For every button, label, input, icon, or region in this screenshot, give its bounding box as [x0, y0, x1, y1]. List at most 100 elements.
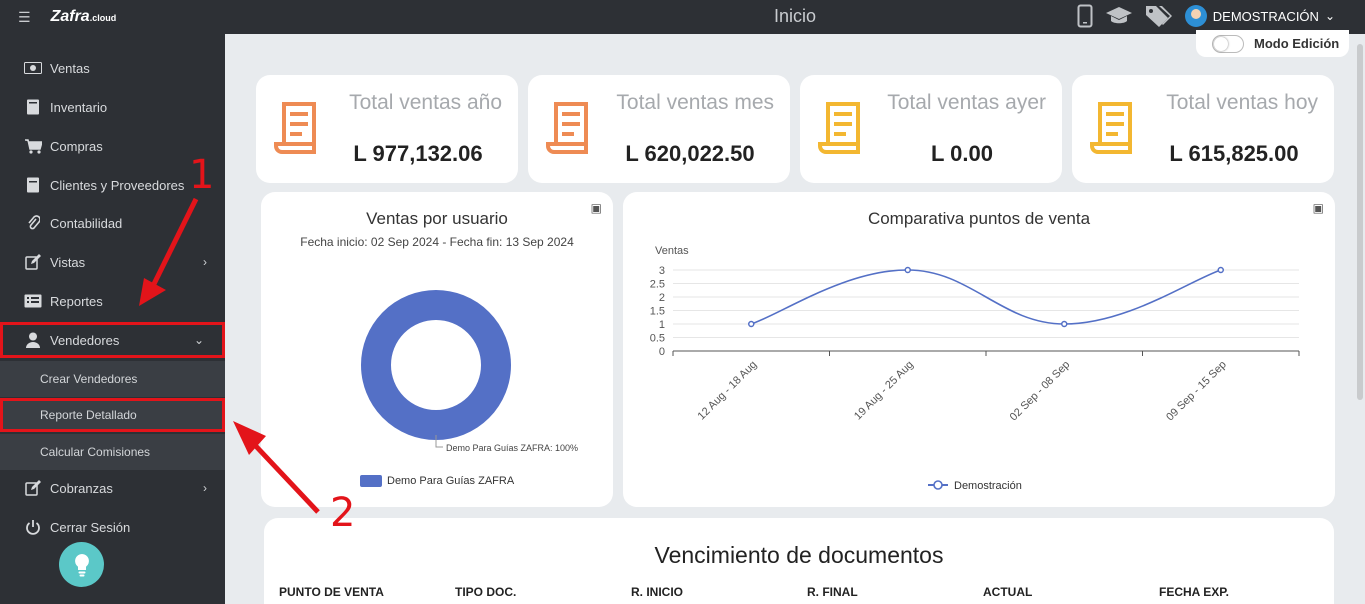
- sidebar-item-label: Vendedores: [50, 332, 120, 348]
- sidebar-subitem-crear-vendedores[interactable]: Crear Vendedores: [0, 361, 225, 397]
- sidebar-subitem-label: Reporte Detallado: [40, 408, 137, 422]
- stat-card-year: Total ventas año L 977,132.06: [256, 75, 518, 183]
- x-tick-label: 19 Aug - 25 Aug: [852, 359, 916, 423]
- receipt-icon: [544, 100, 592, 163]
- chevron-down-icon: ⌄: [1324, 9, 1335, 23]
- stat-value: L 977,132.06: [353, 141, 483, 166]
- chevron-right-icon: ›: [203, 481, 207, 495]
- top-bar-actions: DEMOSTRACIÓN ⌄: [1077, 4, 1335, 28]
- help-lightbulb-button[interactable]: [59, 542, 104, 587]
- sidebar-item-label: Contabilidad: [50, 215, 123, 231]
- edit-icon: [24, 479, 42, 497]
- sidebar-item-label: Cerrar Sesión: [50, 519, 131, 535]
- column-header-tipo-doc[interactable]: TIPO DOC.: [455, 585, 516, 599]
- stat-label: Total ventas hoy: [1166, 91, 1318, 114]
- user-icon: [24, 331, 42, 349]
- annotation-number-2: 2: [330, 490, 356, 536]
- line-point[interactable]: [748, 320, 755, 328]
- sidebar-item-ventas[interactable]: Ventas: [0, 49, 225, 87]
- panel-title: Vencimiento de documentos: [654, 542, 944, 568]
- brand-bar: ☰ Zafra.cloud: [0, 0, 225, 34]
- mobile-icon[interactable]: [1077, 4, 1093, 28]
- sidebar-subitem-calcular-comisiones[interactable]: Calcular Comisiones: [0, 434, 225, 470]
- book-icon: [24, 98, 42, 116]
- app-logo[interactable]: Zafra.cloud: [51, 8, 117, 26]
- power-icon: [24, 518, 42, 536]
- annotation-number-1: 1: [189, 152, 215, 198]
- page-scrollbar[interactable]: [1357, 44, 1363, 400]
- line-point[interactable]: [1217, 266, 1224, 274]
- graduation-cap-icon[interactable]: [1105, 5, 1133, 27]
- y-tick-label: 1.5: [650, 306, 665, 318]
- edit-icon: [24, 253, 42, 271]
- y-tick-label: 0: [659, 346, 665, 358]
- sidebar-item-inventario[interactable]: Inventario: [0, 88, 225, 126]
- column-header-r-final[interactable]: R. FINAL: [807, 585, 858, 599]
- sales-points-comparison-panel: Comparativa puntos de venta ▣ Ventas 0 0.…: [623, 192, 1335, 507]
- receipt-icon: [272, 100, 320, 163]
- cart-icon: [24, 137, 42, 155]
- column-header-fecha-exp[interactable]: FECHA EXP.: [1159, 585, 1229, 599]
- x-tick-label: 02 Sep - 08 Sep: [1008, 359, 1073, 424]
- y-tick-label: 1: [659, 319, 665, 331]
- y-tick-label: 2: [659, 292, 665, 304]
- sidebar-item-label: Vistas: [50, 254, 86, 270]
- avatar: [1184, 5, 1207, 27]
- line-point[interactable]: [1061, 320, 1068, 328]
- stat-value: L 620,022.50: [625, 141, 755, 166]
- legend-swatch[interactable]: [360, 475, 382, 487]
- sidebar-subitem-label: Crear Vendedores: [40, 372, 138, 386]
- stat-card-yesterday: Total ventas ayer L 0.00: [800, 75, 1062, 183]
- address-book-icon: [24, 176, 42, 194]
- edit-mode-label: Modo Edición: [1254, 36, 1340, 51]
- column-header-actual[interactable]: ACTUAL: [983, 585, 1032, 599]
- list-icon: [24, 292, 42, 310]
- sidebar: ☰ Zafra.cloud Ventas Inventario Compras …: [0, 0, 225, 604]
- sidebar-subitem-label: Calcular Comisiones: [40, 445, 151, 459]
- sidebar-item-label: Inventario: [50, 99, 108, 115]
- stat-value: L 0.00: [931, 141, 993, 166]
- sidebar-item-vistas[interactable]: Vistas ›: [0, 243, 225, 281]
- donut-slice-label: Demo Para Guías ZAFRA: 100%: [446, 443, 578, 453]
- y-tick-label: 2.5: [650, 279, 665, 291]
- sidebar-item-cerrar-sesion[interactable]: Cerrar Sesión: [0, 508, 225, 546]
- line-point[interactable]: [904, 266, 911, 274]
- stat-value: L 615,825.00: [1169, 141, 1299, 166]
- sidebar-item-contabilidad[interactable]: Contabilidad: [0, 204, 225, 242]
- column-header-punto-de-venta[interactable]: PUNTO DE VENTA: [279, 585, 384, 599]
- chevron-right-icon: ›: [203, 255, 207, 269]
- user-menu[interactable]: DEMOSTRACIÓN ⌄: [1184, 5, 1335, 27]
- sidebar-item-cobranzas[interactable]: Cobranzas ›: [0, 469, 225, 507]
- stat-card-today: Total ventas hoy L 615,825.00: [1072, 75, 1334, 183]
- x-tick-label: 12 Aug - 18 Aug: [696, 359, 760, 423]
- menu-toggle-icon[interactable]: ☰: [18, 9, 31, 26]
- sales-by-user-panel: Ventas por usuario Fecha inicio: 02 Sep …: [261, 192, 613, 507]
- receipt-icon: [1088, 100, 1136, 163]
- money-icon: [24, 59, 42, 77]
- document-expiry-panel: Vencimiento de documentos PUNTO DE VENTA…: [264, 518, 1334, 604]
- edit-mode-toggle[interactable]: Modo Edición: [1196, 30, 1349, 57]
- stat-label: Total ventas año: [349, 91, 502, 114]
- donut-slice[interactable]: [361, 290, 511, 440]
- y-tick-label: 0.5: [650, 333, 665, 345]
- stat-card-month: Total ventas mes L 620,022.50: [528, 75, 790, 183]
- toggle-switch[interactable]: [1212, 34, 1244, 53]
- sidebar-item-label: Reportes: [50, 293, 103, 309]
- lightbulb-icon: [74, 553, 89, 576]
- legend-label[interactable]: Demostración: [954, 480, 1022, 492]
- receipt-icon: [816, 100, 864, 163]
- column-header-r-inicio[interactable]: R. INICIO: [631, 585, 683, 599]
- sidebar-item-reportes[interactable]: Reportes: [0, 282, 225, 320]
- stat-label: Total ventas mes: [616, 91, 774, 114]
- x-tick-label: 09 Sep - 15 Sep: [1164, 359, 1229, 424]
- sidebar-subitem-reporte-detallado[interactable]: Reporte Detallado: [0, 398, 225, 432]
- line-chart: Ventas 00.5 11.5 22.5 3 12 Aug - 18 Aug 19 A…: [650, 245, 1300, 492]
- top-bar: Inicio DEMOSTRACIÓN ⌄: [225, 0, 1365, 34]
- legend-label[interactable]: Demo Para Guías ZAFRA: [387, 475, 515, 487]
- chevron-down-icon: ⌄: [193, 333, 204, 347]
- sidebar-item-vendedores[interactable]: Vendedores ⌄: [0, 322, 225, 358]
- stat-label: Total ventas ayer: [887, 91, 1046, 114]
- paperclip-icon: [24, 214, 42, 232]
- tags-icon[interactable]: [1145, 4, 1173, 28]
- legend-marker[interactable]: [933, 480, 943, 490]
